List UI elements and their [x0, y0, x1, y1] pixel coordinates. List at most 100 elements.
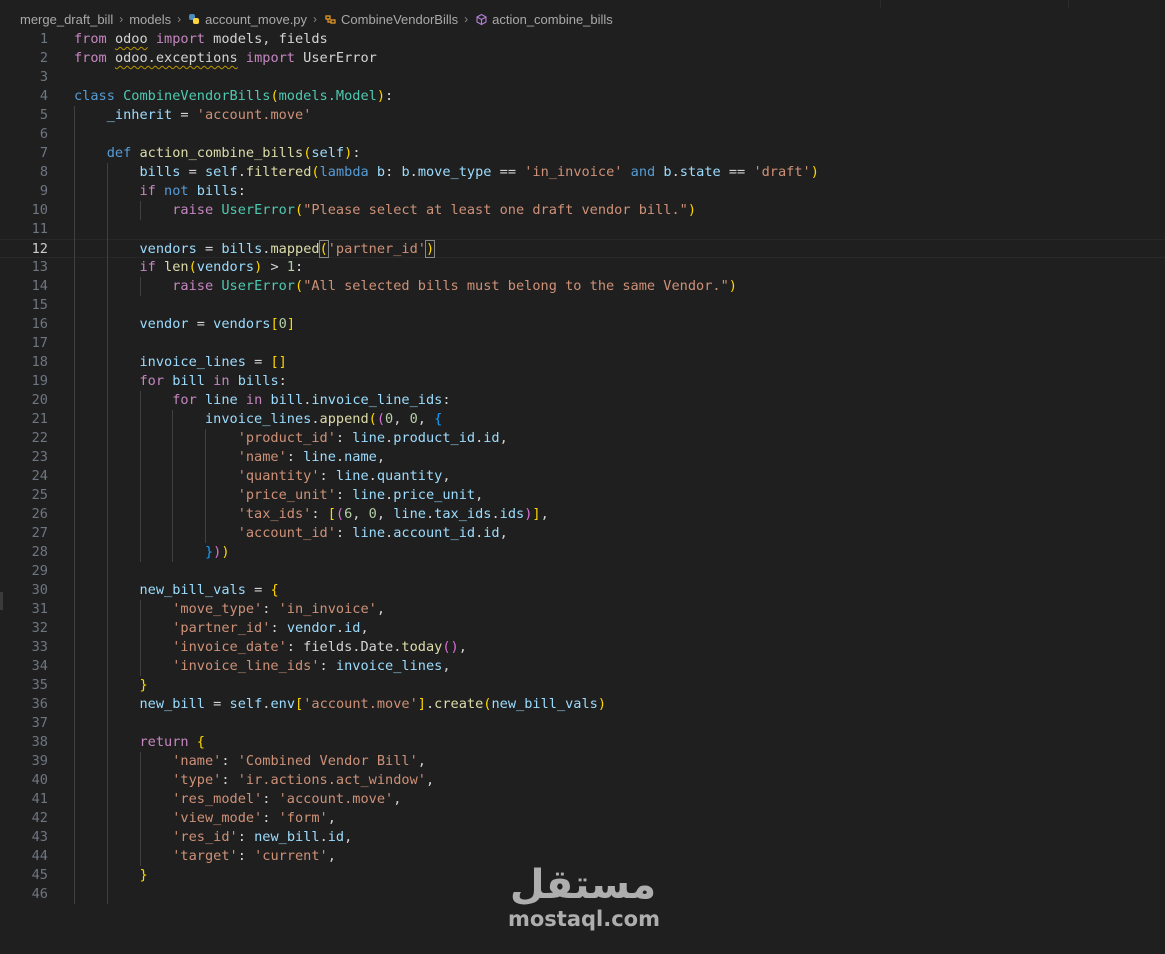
- indent-guide: [139, 277, 141, 296]
- breadcrumb-method-action-combine-bills[interactable]: action_combine_bills: [474, 12, 613, 27]
- chevron-right-icon: ›: [177, 12, 182, 26]
- code-text: 'tax_ids': [(6, 0, line.tax_ids.ids)],: [237, 506, 549, 522]
- indent-guide: [139, 391, 141, 562]
- line-number: 35: [31, 677, 48, 693]
- line-number: 14: [31, 278, 48, 294]
- code-text: invoice_lines.append((0, 0, {: [204, 411, 443, 427]
- code-text: 'move_type': 'in_invoice',: [172, 601, 386, 617]
- code-line[interactable]: 25 'price_unit': line.price_unit,: [0, 486, 1165, 505]
- code-line[interactable]: 4 class CombineVendorBills(models.Model):: [0, 87, 1165, 106]
- code-line[interactable]: 14 raise UserError("All selected bills m…: [0, 277, 1165, 296]
- breadcrumb-label: action_combine_bills: [492, 11, 613, 27]
- code-line[interactable]: 31 'move_type': 'in_invoice',: [0, 600, 1165, 619]
- indent-guide: [74, 106, 75, 904]
- code-line[interactable]: 39 'name': 'Combined Vendor Bill',: [0, 752, 1165, 771]
- line-number: 33: [31, 639, 48, 655]
- mostaql-watermark: مستقل mostaql.com: [508, 862, 660, 931]
- line-number: 39: [31, 753, 48, 769]
- code-text: bills = self.filtered(lambda b: b.move_t…: [139, 164, 819, 180]
- code-line[interactable]: 17: [0, 334, 1165, 353]
- code-text: 'price_unit': line.price_unit,: [237, 487, 484, 503]
- code-line[interactable]: 15: [0, 296, 1165, 315]
- code-line[interactable]: 38 return {: [0, 733, 1165, 752]
- breadcrumb-label: models: [129, 11, 172, 27]
- line-number: 7: [39, 145, 48, 161]
- code-line[interactable]: 30 new_bill_vals = {: [0, 581, 1165, 600]
- line-number: 28: [31, 544, 48, 560]
- code-line[interactable]: 35 }: [0, 676, 1165, 695]
- code-line[interactable]: 1 from odoo import models, fields: [0, 30, 1165, 49]
- code-line[interactable]: 9 if not bills:: [0, 182, 1165, 201]
- code-line[interactable]: 18 invoice_lines = []: [0, 353, 1165, 372]
- code-text: 'res_model': 'account.move',: [172, 791, 402, 807]
- code-line[interactable]: 23 'name': line.name,: [0, 448, 1165, 467]
- breadcrumb-label: merge_draft_bill: [20, 11, 114, 27]
- code-line[interactable]: 40 'type': 'ir.actions.act_window',: [0, 771, 1165, 790]
- line-number: 3: [39, 69, 48, 85]
- code-line[interactable]: 37: [0, 714, 1165, 733]
- code-line[interactable]: 5 _inherit = 'account.move': [0, 106, 1165, 125]
- line-number: 44: [31, 848, 48, 864]
- code-text: 'view_mode': 'form',: [172, 810, 336, 826]
- code-text: new_bill_vals = {: [139, 582, 279, 598]
- code-line[interactable]: 13 if len(vendors) > 1:: [0, 258, 1165, 277]
- code-line[interactable]: 36 new_bill = self.env['account.move'].c…: [0, 695, 1165, 714]
- line-number: 19: [31, 373, 48, 389]
- method-icon: [474, 12, 488, 26]
- code-text: 'type': 'ir.actions.act_window',: [172, 772, 435, 788]
- line-number: 22: [31, 430, 48, 446]
- code-line[interactable]: 20 for line in bill.invoice_line_ids:: [0, 391, 1165, 410]
- line-number: 9: [39, 183, 48, 199]
- code-line[interactable]: 24 'quantity': line.quantity,: [0, 467, 1165, 486]
- breadcrumb-class-combine-vendor-bills[interactable]: CombineVendorBills: [323, 12, 458, 27]
- line-number: 1: [39, 31, 48, 47]
- code-line[interactable]: 43 'res_id': new_bill.id,: [0, 828, 1165, 847]
- code-text: for line in bill.invoice_line_ids:: [172, 392, 451, 408]
- line-number: 10: [31, 202, 48, 218]
- code-text: if len(vendors) > 1:: [139, 259, 304, 275]
- line-number: 20: [31, 392, 48, 408]
- code-text: 'invoice_line_ids': invoice_lines,: [172, 658, 451, 674]
- line-number: 2: [39, 50, 48, 66]
- code-text: raise UserError("All selected bills must…: [172, 278, 737, 294]
- code-line[interactable]: 34 'invoice_line_ids': invoice_lines,: [0, 657, 1165, 676]
- breadcrumb-folder-models[interactable]: models: [129, 12, 171, 27]
- code-line[interactable]: 32 'partner_id': vendor.id,: [0, 619, 1165, 638]
- code-line[interactable]: 7 def action_combine_bills(self):: [0, 144, 1165, 163]
- code-line[interactable]: 19 for bill in bills:: [0, 372, 1165, 391]
- code-line[interactable]: 10 raise UserError("Please select at lea…: [0, 201, 1165, 220]
- line-number: 37: [31, 715, 48, 731]
- code-line[interactable]: 2 from odoo.exceptions import UserError: [0, 49, 1165, 68]
- code-line[interactable]: 41 'res_model': 'account.move',: [0, 790, 1165, 809]
- breadcrumb-file-account-move[interactable]: account_move.py: [187, 12, 307, 27]
- code-line[interactable]: 28 })): [0, 543, 1165, 562]
- indent-guide: [139, 752, 141, 866]
- line-number: 23: [31, 449, 48, 465]
- code-line[interactable]: 3: [0, 68, 1165, 87]
- code-text: 'res_id': new_bill.id,: [172, 829, 353, 845]
- code-line[interactable]: 21 invoice_lines.append((0, 0, {: [0, 410, 1165, 429]
- line-number: 30: [31, 582, 48, 598]
- line-number: 11: [31, 221, 48, 237]
- code-line[interactable]: 8 bills = self.filtered(lambda b: b.move…: [0, 163, 1165, 182]
- code-line[interactable]: 12 vendors = bills.mapped('partner_id'): [0, 239, 1165, 258]
- line-number: 36: [31, 696, 48, 712]
- code-editor[interactable]: 1 from odoo import models, fields 2 from od…: [0, 30, 1165, 930]
- code-text: class CombineVendorBills(models.Model):: [74, 88, 394, 104]
- code-line[interactable]: 6: [0, 125, 1165, 144]
- code-line[interactable]: 16 vendor = vendors[0]: [0, 315, 1165, 334]
- watermark-latin: mostaql.com: [508, 907, 660, 931]
- line-number: 43: [31, 829, 48, 845]
- breadcrumb-folder-merge-draft-bill[interactable]: merge_draft_bill: [20, 12, 113, 27]
- code-line[interactable]: 33 'invoice_date': fields.Date.today(),: [0, 638, 1165, 657]
- line-number: 6: [39, 126, 48, 142]
- code-line[interactable]: 11: [0, 220, 1165, 239]
- line-number: 26: [31, 506, 48, 522]
- code-line[interactable]: 26 'tax_ids': [(6, 0, line.tax_ids.ids)]…: [0, 505, 1165, 524]
- code-line[interactable]: 22 'product_id': line.product_id.id,: [0, 429, 1165, 448]
- chevron-right-icon: ›: [313, 12, 318, 26]
- code-line[interactable]: 27 'account_id': line.account_id.id,: [0, 524, 1165, 543]
- code-line[interactable]: 29: [0, 562, 1165, 581]
- code-line[interactable]: 42 'view_mode': 'form',: [0, 809, 1165, 828]
- line-number: 24: [31, 468, 48, 484]
